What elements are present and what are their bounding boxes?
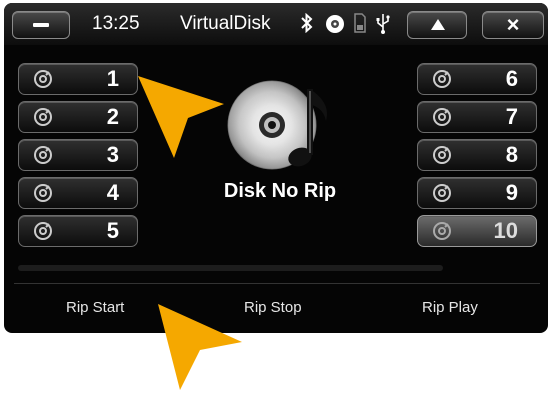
disc-button-2[interactable]: 2 [18,101,138,133]
disc-button-6[interactable]: 6 [417,63,537,95]
rip-progress-bar [18,265,443,271]
disc-button-9[interactable]: 9 [417,177,537,209]
disc-icon [433,184,451,202]
disc-button-7[interactable]: 7 [417,101,537,133]
disc-icon [34,108,52,126]
disc-number: 2 [106,104,119,129]
disc-button-1[interactable]: 1 [18,63,138,95]
disc-number: 5 [106,218,119,243]
disc-icon [433,108,451,126]
disc-number: 3 [106,142,119,167]
rip-play-button[interactable]: Rip Play [422,299,478,316]
disc-button-10[interactable]: 10 [417,215,537,247]
rip-status: Disk No Rip [223,180,337,202]
disc-icon [433,146,451,164]
disc-button-4[interactable]: 4 [18,177,138,209]
close-icon: × [506,12,520,37]
bluetooth-icon [301,13,313,33]
disc-number: 9 [505,180,518,205]
music-disc-icon [227,80,328,170]
status-bar: 13:25 VirtualDisk × [4,3,548,45]
disc-icon [34,184,52,202]
disc-button-3[interactable]: 3 [18,139,138,171]
usb-icon [376,14,390,34]
disc-number: 10 [493,218,518,243]
disc-number: 6 [505,66,518,91]
arrow-pointer-icon [138,76,224,158]
disc-number: 7 [505,104,518,129]
disc-number: 4 [106,180,119,205]
disc-number: 1 [106,66,119,91]
rip-stop-button[interactable]: Rip Stop [244,299,302,316]
divider [14,283,540,284]
disc-button-8[interactable]: 8 [417,139,537,171]
disc-number: 8 [505,142,518,167]
app-title: VirtualDisk [180,13,271,34]
rip-start-button[interactable]: Rip Start [66,299,124,316]
sd-card-icon [354,13,366,33]
minimize-button[interactable] [12,11,70,39]
device-screen: 13:25 VirtualDisk × 1 2 3 4 5 6 7 8 9 10… [4,3,548,333]
eject-button[interactable] [407,11,467,39]
close-button[interactable]: × [482,11,544,39]
disc-icon [34,146,52,164]
disc-icon [34,222,52,240]
disc-icon [433,70,451,88]
disc-icon [433,222,451,240]
disc-icon [34,70,52,88]
disc-button-5[interactable]: 5 [18,215,138,247]
disc-icon [326,15,344,33]
clock: 13:25 [92,13,140,34]
arrow-pointer-icon [158,304,242,390]
